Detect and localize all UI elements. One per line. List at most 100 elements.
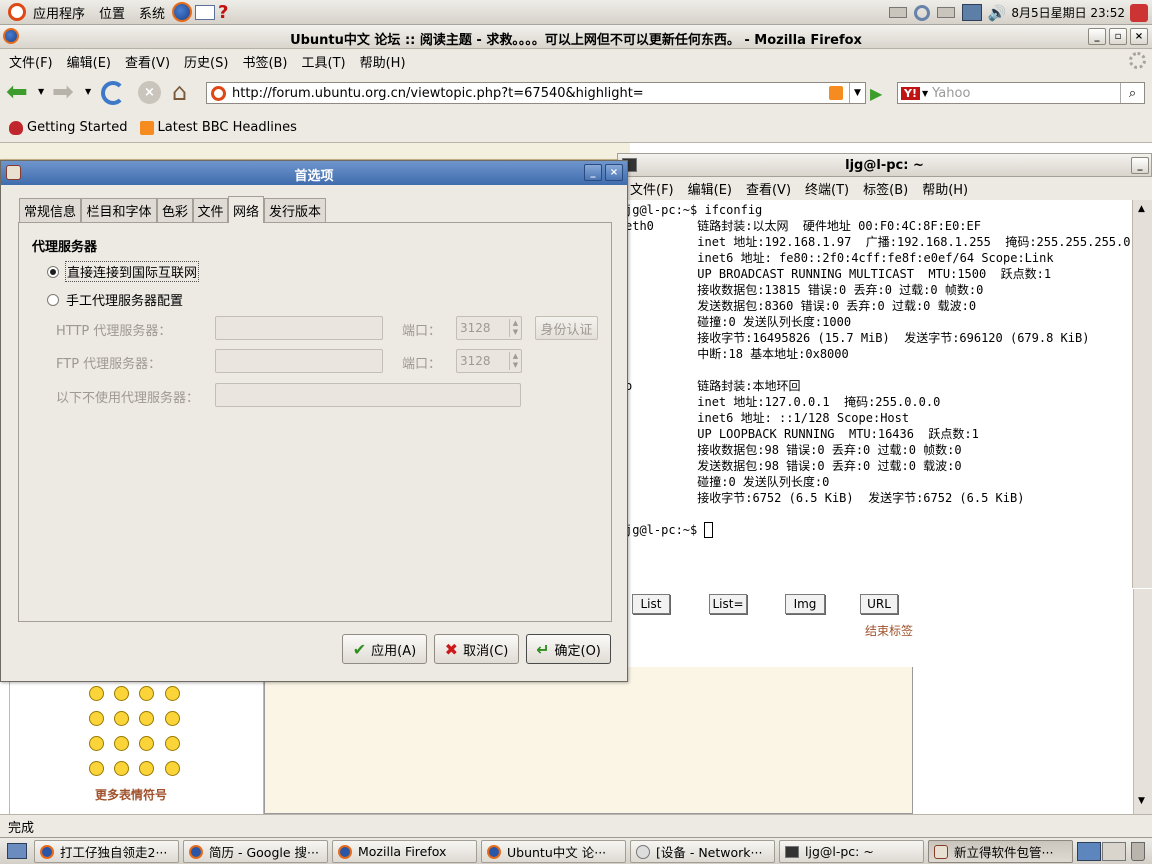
http-port-value[interactable]: 3128: [460, 321, 509, 335]
workspace-switcher-2[interactable]: [1102, 842, 1126, 861]
logout-icon[interactable]: [1130, 3, 1148, 22]
menu-bookmarks[interactable]: 书签(B): [235, 52, 294, 71]
menu-tools[interactable]: 工具(T): [295, 52, 353, 71]
http-port-spin-icon[interactable]: ▲ ▼: [509, 319, 521, 337]
smiley-icon[interactable]: [139, 686, 154, 701]
cancel-button[interactable]: ✖ 取消(C): [434, 634, 519, 664]
go-icon[interactable]: ▶: [870, 84, 882, 103]
task-firefox-1[interactable]: 打工仔独自领走2···: [34, 840, 179, 863]
search-icon[interactable]: [913, 4, 930, 21]
menu-view[interactable]: 查看(V): [118, 52, 177, 71]
search-magnifier-icon[interactable]: ⌕: [1120, 83, 1144, 103]
terminal-cursor[interactable]: [704, 522, 714, 538]
apply-button[interactable]: ✔ 应用(A): [342, 634, 427, 664]
task-terminal[interactable]: ljg@l-pc: ~: [779, 840, 924, 863]
email-launcher-icon[interactable]: [195, 4, 216, 20]
trash-icon[interactable]: [1131, 842, 1145, 861]
menu-help[interactable]: 帮助(H): [353, 52, 413, 71]
drive-icon[interactable]: [888, 7, 907, 18]
menu-history[interactable]: 历史(S): [177, 52, 235, 71]
places-menu[interactable]: 位置: [92, 3, 132, 22]
bbcode-url-button[interactable]: URL: [860, 594, 898, 614]
firefox-launcher-icon[interactable]: [172, 2, 193, 22]
dialog-close-button[interactable]: ×: [605, 164, 623, 181]
terminal-minimize-button[interactable]: _: [1131, 157, 1149, 174]
smiley-icon[interactable]: [139, 711, 154, 726]
volume-icon[interactable]: 🔊: [988, 4, 1007, 22]
workspace-switcher-1[interactable]: [1077, 842, 1101, 861]
task-synaptic[interactable]: 新立得软件包管···: [928, 840, 1073, 863]
http-port-spinner[interactable]: 3128 ▲ ▼: [456, 316, 522, 340]
radio-direct-connection[interactable]: 直接连接到国际互联网: [47, 261, 200, 282]
search-input[interactable]: Yahoo: [932, 86, 1120, 101]
bbcode-list-eq-button[interactable]: List=: [709, 594, 747, 614]
ftp-port-value[interactable]: 3128: [460, 354, 509, 368]
task-firefox-2[interactable]: 简历 - Google 搜···: [183, 840, 328, 863]
applications-menu[interactable]: 应用程序: [26, 3, 92, 22]
close-button[interactable]: ×: [1130, 28, 1148, 45]
radio-direct-indicator[interactable]: [47, 265, 59, 278]
smiley-icon[interactable]: [89, 711, 104, 726]
task-network-settings[interactable]: [设备 - Network···: [630, 840, 775, 863]
search-box[interactable]: Y! ▼ Yahoo ⌕: [897, 82, 1145, 104]
bbcode-list-button[interactable]: List: [632, 594, 670, 614]
page-scrollbar[interactable]: [1133, 589, 1152, 814]
smiley-icon[interactable]: [165, 686, 180, 701]
task-firefox-4[interactable]: Ubuntu中文 论···: [481, 840, 626, 863]
smiley-icon[interactable]: [139, 736, 154, 751]
maximize-button[interactable]: ▫: [1109, 28, 1127, 45]
terminal-output[interactable]: jg@l-pc:~$ ifconfig eth0 链路封装:以太网 硬件地址 00…: [617, 200, 1132, 588]
terminal-menu-tabs[interactable]: 标签(B): [856, 179, 915, 198]
menu-edit[interactable]: 编辑(E): [60, 52, 118, 71]
tab-files[interactable]: 文件: [193, 198, 228, 222]
tab-colors[interactable]: 色彩: [157, 198, 193, 222]
message-textarea[interactable]: [264, 666, 913, 814]
radio-manual-indicator[interactable]: [47, 293, 59, 306]
terminal-menu-help[interactable]: 帮助(H): [915, 179, 975, 198]
rss-icon[interactable]: [829, 86, 843, 100]
no-proxy-input[interactable]: [215, 383, 521, 407]
radio-manual-proxy[interactable]: 手工代理服务器配置: [47, 290, 183, 309]
smiley-icon[interactable]: [114, 686, 129, 701]
terminal-menu-edit[interactable]: 编辑(E): [681, 179, 739, 198]
ftp-port-spin-icon[interactable]: ▲ ▼: [509, 352, 521, 370]
forward-dropdown-icon[interactable]: ▼: [85, 87, 91, 96]
tab-distribution[interactable]: 发行版本: [264, 198, 326, 222]
yahoo-engine-icon[interactable]: Y!: [901, 86, 920, 100]
back-dropdown-icon[interactable]: ▼: [38, 87, 44, 96]
dialog-minimize-button[interactable]: _: [584, 164, 602, 181]
smiley-icon[interactable]: [89, 761, 104, 776]
ftp-proxy-input[interactable]: [215, 349, 383, 373]
ubuntu-logo-icon[interactable]: [8, 3, 26, 21]
scroll-down-icon[interactable]: ▼: [1138, 796, 1145, 806]
close-tags-link[interactable]: 结束标签: [865, 622, 913, 639]
home-icon[interactable]: ⌂: [172, 79, 187, 105]
http-proxy-input[interactable]: [215, 316, 383, 340]
url-history-dropdown[interactable]: ▼: [849, 83, 865, 103]
terminal-menu-view[interactable]: 查看(V): [739, 179, 798, 198]
ok-button[interactable]: ↵ 确定(O): [526, 634, 611, 664]
auth-button[interactable]: 身份认证: [535, 316, 598, 340]
smiley-icon[interactable]: [89, 686, 104, 701]
terminal-scrollbar[interactable]: ▲: [1132, 200, 1152, 588]
smiley-icon[interactable]: [114, 761, 129, 776]
menu-file[interactable]: 文件(F): [2, 52, 60, 71]
network-icon[interactable]: [961, 4, 982, 21]
back-icon[interactable]: ⬅: [6, 79, 28, 105]
url-text[interactable]: http://forum.ubuntu.org.cn/viewtopic.php…: [232, 86, 829, 101]
smiley-icon[interactable]: [165, 761, 180, 776]
smiley-icon[interactable]: [165, 711, 180, 726]
clock[interactable]: 8月5日星期日 23:52: [1011, 4, 1125, 21]
ftp-port-spinner[interactable]: 3128 ▲ ▼: [456, 349, 522, 373]
show-desktop-icon[interactable]: [7, 843, 27, 859]
help-launcher-icon[interactable]: ?: [218, 2, 228, 23]
url-bar[interactable]: http://forum.ubuntu.org.cn/viewtopic.php…: [206, 82, 866, 104]
drive-icon[interactable]: [936, 7, 955, 18]
system-menu[interactable]: 系统: [132, 3, 172, 22]
tab-network[interactable]: 网络: [228, 196, 264, 223]
smiley-icon[interactable]: [165, 736, 180, 751]
tab-general[interactable]: 常规信息: [19, 198, 81, 222]
reload-icon[interactable]: [101, 81, 125, 105]
tab-columns-fonts[interactable]: 栏目和字体: [81, 198, 157, 222]
bbcode-img-button[interactable]: Img: [785, 594, 825, 614]
